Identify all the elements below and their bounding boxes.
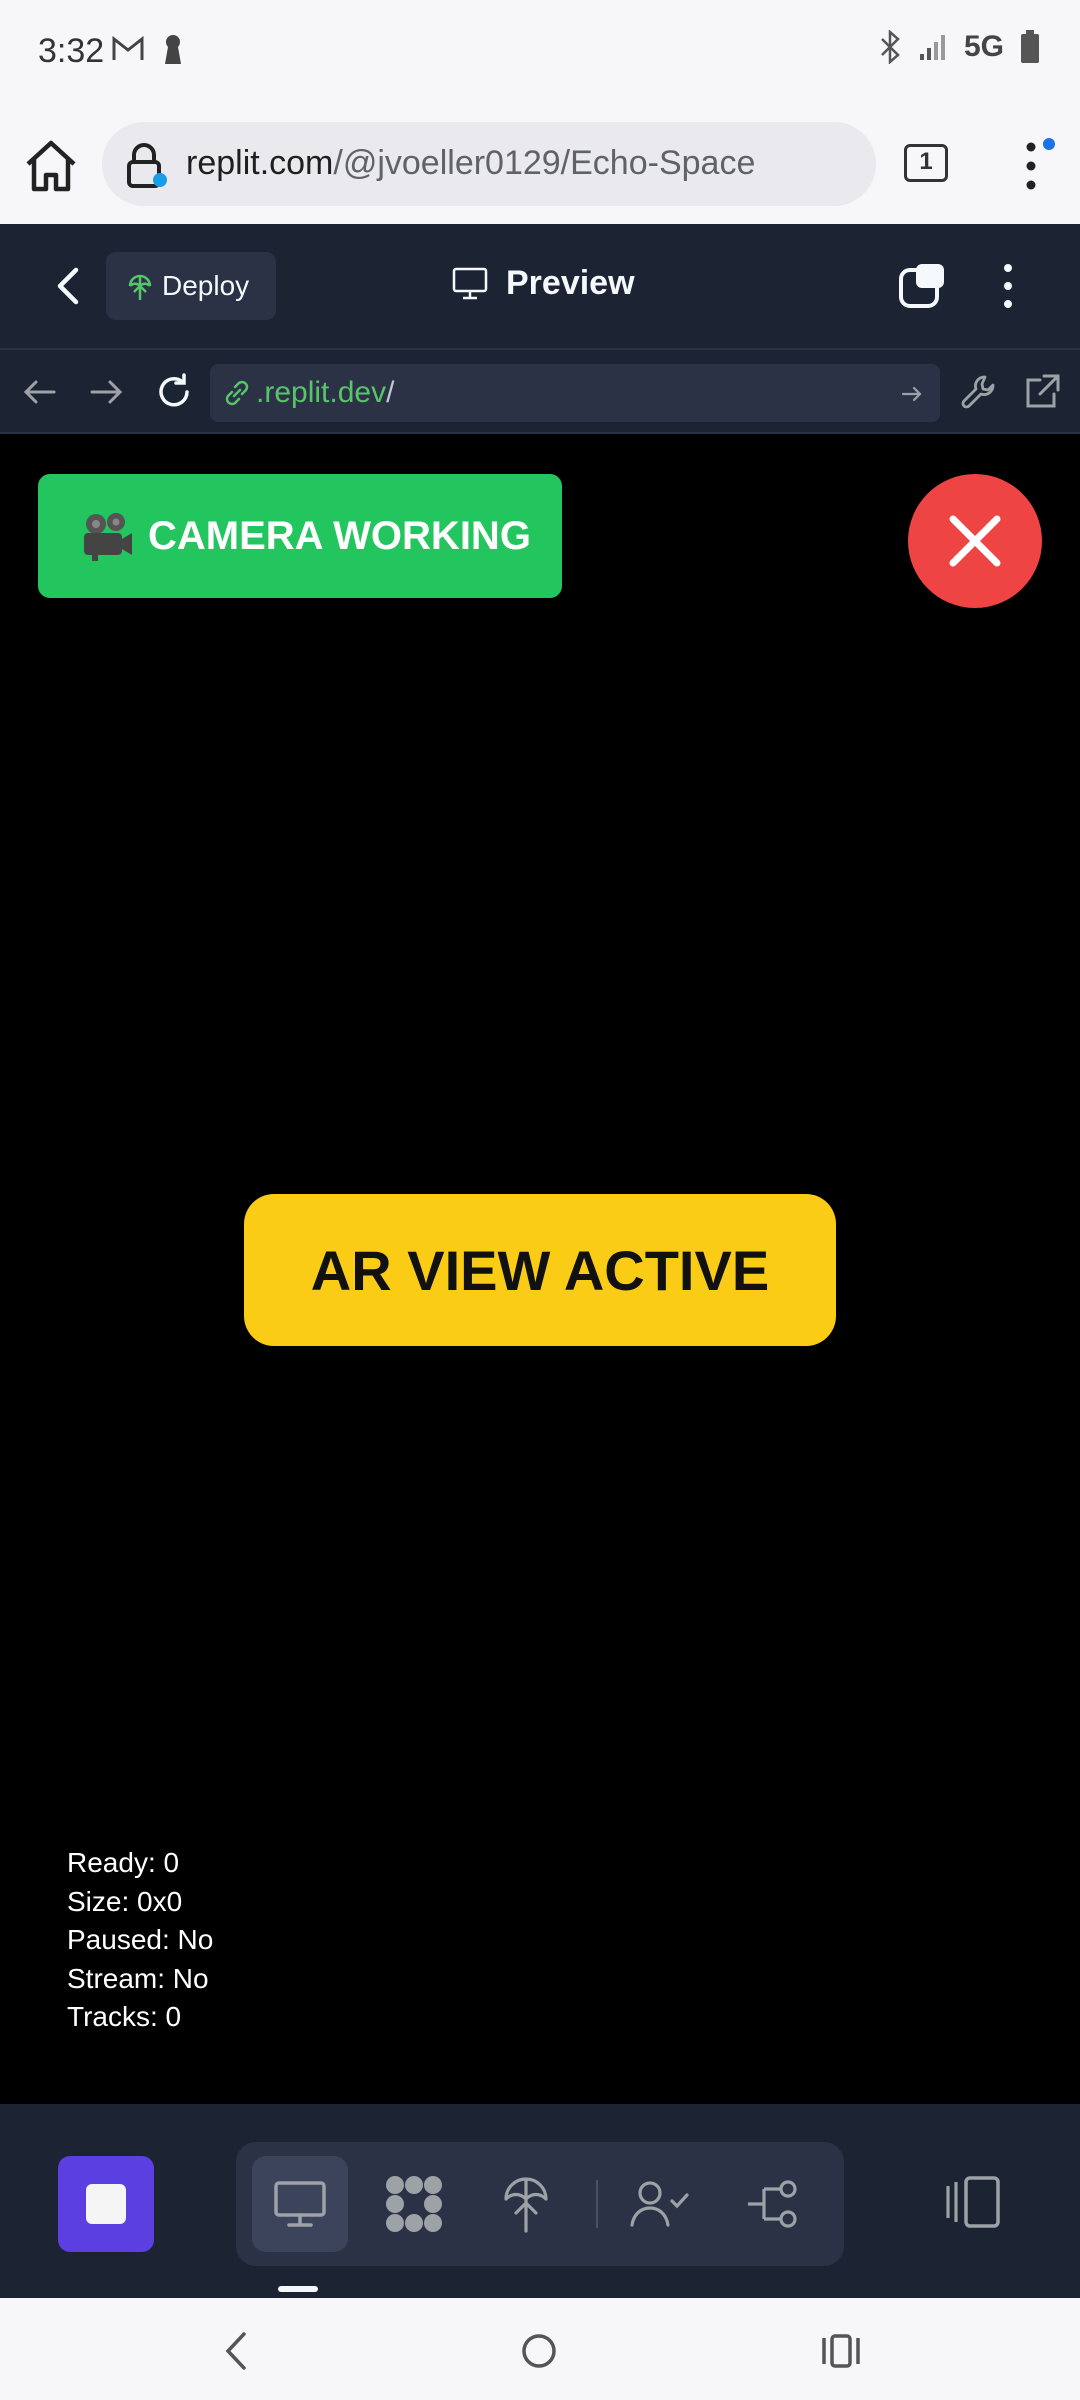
android-home-icon[interactable] xyxy=(516,2328,562,2374)
debug-paused: Paused: No xyxy=(67,1924,214,1955)
tab-packages[interactable] xyxy=(366,2156,462,2252)
update-badge xyxy=(1043,138,1055,150)
lock-icon[interactable] xyxy=(124,142,168,188)
debug-size: Size: 0x0 xyxy=(67,1885,183,1917)
panes-icon[interactable] xyxy=(898,262,946,310)
status-bar: 3:32 5G xyxy=(0,0,1080,100)
debug-stream: Stream: No xyxy=(67,1962,209,1994)
deploy-label: Deploy xyxy=(162,270,250,301)
tab-git[interactable] xyxy=(726,2156,822,2252)
signal-icon xyxy=(919,35,945,60)
webview-icon xyxy=(274,2181,326,2227)
android-nav-bar xyxy=(0,2298,1080,2400)
go-arrow-icon[interactable] xyxy=(900,382,924,406)
address-bar[interactable]: replit.com/@jvoeller0129/Echo-Space xyxy=(102,122,876,206)
sidebar-toggle-icon[interactable] xyxy=(942,2174,1002,2230)
preview-url-field[interactable]: .replit.dev/ xyxy=(210,364,940,422)
debug-tracks: Tracks: 0 xyxy=(67,2001,182,2032)
browser-toolbar: replit.com/@jvoeller0129/Echo-Space 1 xyxy=(0,100,1080,224)
app-viewport: CAMERA WORKING AR VIEW ACTIVE Ready: 0 S… xyxy=(0,434,1080,2104)
tab-users[interactable] xyxy=(612,2156,708,2252)
network-type: 5G xyxy=(963,30,1004,63)
replit-header: Deploy Preview xyxy=(0,224,1080,348)
ar-status-badge: AR VIEW ACTIVE xyxy=(244,1194,836,1346)
debug-panel: Ready: 0 Size: 0x0 Paused: No Stream: No… xyxy=(67,1844,213,2037)
back-chevron-icon[interactable] xyxy=(48,264,88,308)
close-icon xyxy=(949,515,1001,567)
stop-button[interactable] xyxy=(58,2156,154,2252)
battery-icon xyxy=(1021,30,1039,63)
more-vert-icon[interactable] xyxy=(1016,138,1046,194)
packages-icon xyxy=(386,2176,442,2232)
home-icon[interactable] xyxy=(22,138,80,194)
active-tab-indicator xyxy=(278,2286,318,2292)
replit-bottom-toolbar xyxy=(0,2104,1080,2298)
deployments-icon xyxy=(504,2177,548,2233)
tabs-icon[interactable]: 1 xyxy=(904,144,948,182)
tab-deployments[interactable] xyxy=(478,2156,574,2252)
camera-status-badge: CAMERA WORKING xyxy=(38,474,562,598)
tool-tabs xyxy=(236,2142,844,2266)
monitor-icon xyxy=(452,267,488,299)
camera-status-text: CAMERA WORKING xyxy=(148,513,531,558)
deploy-button[interactable]: Deploy xyxy=(106,252,276,320)
keyhole-icon xyxy=(165,35,181,64)
bluetooth-icon xyxy=(881,30,900,64)
toolbar-divider xyxy=(596,2180,598,2228)
wrench-icon[interactable] xyxy=(958,370,1002,414)
link-icon xyxy=(225,380,249,406)
refresh-icon[interactable] xyxy=(152,370,196,414)
android-back-icon[interactable] xyxy=(214,2328,260,2374)
arrow-right-icon[interactable] xyxy=(84,370,128,414)
url-text[interactable]: replit.com/@jvoeller0129/Echo-Space xyxy=(186,144,755,183)
preview-nav-bar: .replit.dev/ xyxy=(0,348,1080,434)
tab-webview[interactable] xyxy=(252,2156,348,2252)
gmail-icon xyxy=(112,36,144,60)
git-icon xyxy=(748,2180,797,2228)
android-recents-icon[interactable] xyxy=(818,2328,864,2374)
camera-icon xyxy=(84,513,132,561)
status-time: 3:32 xyxy=(38,32,105,70)
arrow-left-icon[interactable] xyxy=(18,370,62,414)
stop-icon xyxy=(86,2184,126,2224)
more-vert-icon[interactable] xyxy=(1000,262,1016,310)
preview-title: Preview xyxy=(452,264,635,303)
debug-ready: Ready: 0 xyxy=(67,1847,180,1878)
close-button[interactable] xyxy=(908,474,1042,608)
preview-url-text[interactable]: .replit.dev/ xyxy=(256,376,394,410)
external-link-icon[interactable] xyxy=(1020,370,1064,414)
deploy-icon xyxy=(128,274,152,300)
user-check-icon xyxy=(630,2181,689,2227)
